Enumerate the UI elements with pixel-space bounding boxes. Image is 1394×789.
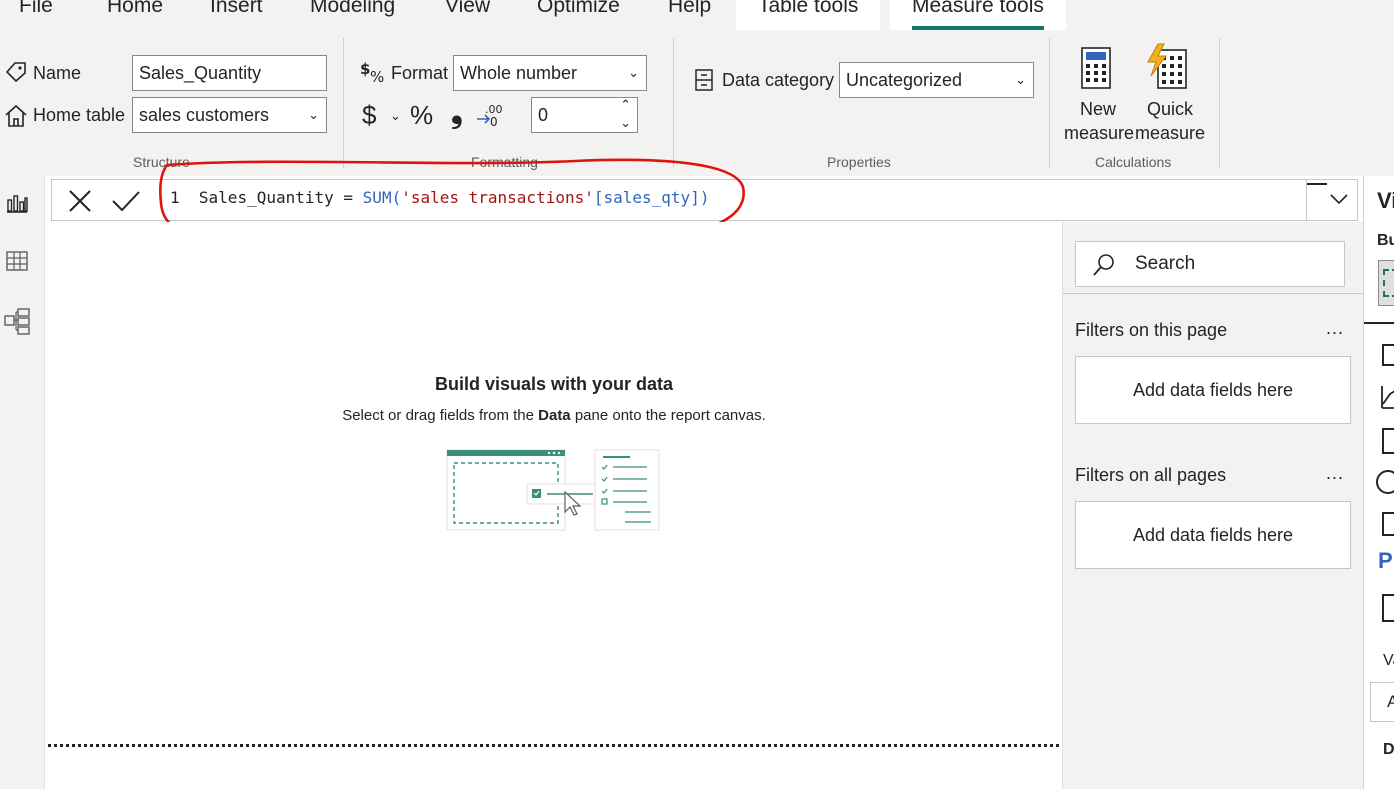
table-view-icon[interactable] [5, 249, 29, 273]
name-label: Name [33, 63, 82, 83]
bar-chart-icon[interactable] [1382, 428, 1394, 454]
filters-on-all-pages-label: Filters on all pages [1075, 465, 1227, 485]
data-category-select[interactable]: Uncategorized ⌄ [839, 62, 1034, 98]
new-measure-line1: New [1079, 99, 1116, 119]
build-visual-tab[interactable] [1378, 260, 1394, 306]
tab-home[interactable]: Home [107, 0, 163, 18]
home-table-select[interactable]: sales customers ⌄ [132, 97, 327, 133]
more-options-icon[interactable]: ... [1326, 463, 1344, 484]
decrease-decimal-icon[interactable]: .00 0 [475, 102, 503, 128]
quick-calculator-icon [1147, 43, 1187, 89]
filters-on-this-page-label: Filters on this page [1075, 320, 1228, 340]
ribbon-divider [1219, 38, 1220, 168]
cancel-formula-icon[interactable] [67, 188, 93, 214]
tab-file[interactable]: File [19, 0, 53, 18]
table-visual-icon[interactable] [1382, 344, 1394, 366]
svg-text:$: $ [360, 60, 370, 78]
visualizations-pane: Vi Bu P Va A D [1363, 176, 1394, 789]
empty-canvas-title: Build visuals with your data [434, 374, 674, 394]
search-placeholder: Search [1135, 253, 1196, 274]
card-visual-icon[interactable] [1382, 512, 1394, 536]
values-well[interactable]: A [1370, 682, 1394, 722]
tab-insert[interactable]: Insert [210, 0, 263, 18]
currency-format-button[interactable]: $ [362, 100, 376, 131]
tab-table-tools[interactable]: Table tools [736, 0, 881, 30]
viz-divider [1364, 322, 1394, 324]
visualizations-title: Vi [1377, 188, 1394, 213]
data-category-icon [695, 69, 713, 91]
new-measure-line2: measure [1064, 123, 1135, 143]
name-input[interactable]: Sales_Quantity [132, 55, 327, 91]
quick-measure-line1: Quick [1146, 99, 1193, 119]
quick-measure-line2: measure [1134, 123, 1206, 143]
donut-chart-icon[interactable] [1376, 470, 1394, 494]
group-label-calculations: Calculations [1095, 154, 1172, 170]
percent-format-button[interactable]: % [410, 100, 433, 131]
chevron-down-icon[interactable]: ⌄ [390, 108, 401, 124]
tag-icon [5, 62, 26, 83]
tab-measure-tools[interactable]: Measure tools [890, 0, 1066, 30]
svg-text:%: % [370, 68, 384, 86]
menu-tabs-bar: File Home Insert Modeling View Optimize … [0, 0, 1394, 30]
chevron-down-icon: ⌄ [628, 65, 639, 80]
values-label: Va [1383, 652, 1394, 669]
python-visual-icon[interactable]: P [1378, 548, 1393, 574]
expand-formula-icon[interactable] [1329, 192, 1349, 206]
drill-through-label: D [1383, 741, 1394, 758]
calculator-icon [1081, 47, 1111, 89]
view-switcher-rail [0, 176, 45, 789]
quick-measure-button[interactable]: Quick measure [1134, 42, 1206, 154]
report-view-icon[interactable] [5, 190, 29, 214]
decimal-places-value: 0 [538, 105, 549, 125]
tab-view[interactable]: View [445, 0, 490, 18]
format-select[interactable]: Whole number ⌄ [453, 55, 647, 91]
chevron-down-icon: ⌄ [308, 107, 319, 122]
data-category-label: Data category [722, 70, 835, 90]
build-visual-label: Bu [1377, 232, 1394, 249]
filters-search-input[interactable]: Search [1075, 241, 1345, 287]
decimal-places-input[interactable]: 0 ⌃ ⌄ [531, 97, 638, 133]
chevron-down-icon: ⌄ [1015, 72, 1026, 87]
svg-text:0: 0 [490, 115, 498, 128]
search-icon [1093, 254, 1114, 276]
ribbon-divider [343, 38, 344, 168]
formula-divider [1306, 180, 1307, 220]
format-currency-percent-icon: $ % [360, 60, 384, 86]
home-table-label: Home table [33, 105, 126, 125]
new-measure-button[interactable]: New measure [1064, 42, 1135, 154]
ribbon-divider [1049, 38, 1050, 168]
this-page-drop-zone[interactable]: Add data fields here [1075, 356, 1351, 424]
tab-optimize[interactable]: Optimize [537, 0, 620, 18]
format-value: Whole number [460, 63, 578, 83]
line-chart-icon[interactable] [1380, 384, 1394, 410]
commit-formula-icon[interactable] [111, 188, 141, 214]
stepper-down-icon[interactable]: ⌄ [620, 106, 631, 140]
filters-divider [1063, 293, 1363, 294]
model-view-icon[interactable] [3, 307, 31, 335]
collapse-bar-icon [1307, 183, 1327, 185]
all-pages-drop-zone[interactable]: Add data fields here [1075, 501, 1351, 569]
home-icon [5, 104, 27, 127]
more-visual-icon[interactable] [1382, 594, 1394, 622]
data-category-value: Uncategorized [846, 70, 963, 90]
empty-canvas-subtitle: Select or drag fields from the Data pane… [342, 407, 766, 424]
home-table-value: sales customers [139, 105, 270, 125]
build-visual-icon [1383, 269, 1394, 297]
build-visuals-illustration [446, 449, 660, 531]
ribbon-divider [673, 38, 674, 168]
tab-modeling[interactable]: Modeling [310, 0, 395, 18]
comma-style-button[interactable]: ❟ [451, 96, 463, 130]
page-boundary-line [48, 744, 1059, 747]
tab-help[interactable]: Help [668, 0, 711, 18]
more-options-icon[interactable]: ... [1326, 318, 1344, 339]
group-label-properties: Properties [827, 154, 891, 170]
format-label: Format [391, 63, 449, 83]
